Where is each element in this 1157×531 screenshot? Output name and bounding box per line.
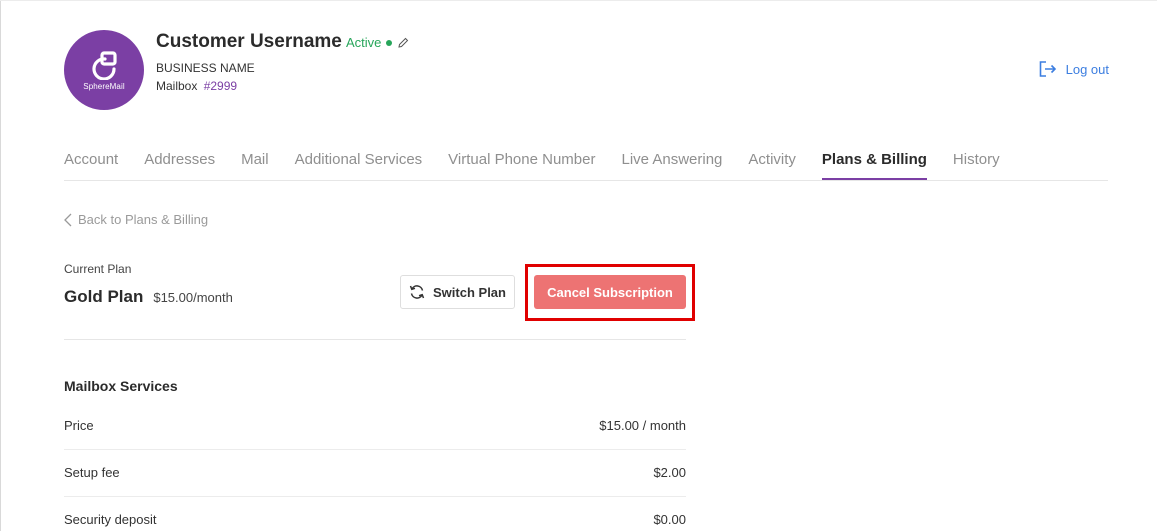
plan-name: Gold Plan <box>64 287 144 306</box>
tab-history[interactable]: History <box>953 151 1000 179</box>
current-plan: Gold Plan $15.00/month <box>64 287 233 307</box>
status-badge: Active <box>346 35 409 50</box>
row-divider <box>64 449 686 450</box>
business-name: BUSINESS NAME <box>156 61 255 75</box>
logout-icon <box>1039 61 1056 77</box>
service-label: Security deposit <box>64 512 157 527</box>
switch-plan-button[interactable]: Switch Plan <box>400 275 515 309</box>
avatar: SphereMail <box>64 30 144 110</box>
service-value: $2.00 <box>653 465 686 480</box>
refresh-icon <box>409 285 425 299</box>
tab-live-answering[interactable]: Live Answering <box>621 151 722 179</box>
mailbox-info: Mailbox #2999 <box>156 79 237 93</box>
current-plan-label: Current Plan <box>64 262 132 276</box>
service-value: $0.00 <box>653 512 686 527</box>
tab-activity[interactable]: Activity <box>748 151 796 179</box>
chevron-left-icon <box>64 213 72 226</box>
customer-name: Customer Username <box>156 31 342 52</box>
pencil-icon[interactable] <box>397 37 409 49</box>
service-label: Price <box>64 418 94 433</box>
switch-plan-label: Switch Plan <box>433 284 506 300</box>
status-text: Active <box>346 35 382 50</box>
service-label: Setup fee <box>64 465 120 480</box>
mailbox-services-title: Mailbox Services <box>64 378 178 394</box>
back-link-label: Back to Plans & Billing <box>78 212 209 227</box>
spheremail-logo-icon <box>92 50 117 80</box>
tab-plans-billing[interactable]: Plans & Billing <box>821 151 927 180</box>
tab-bar: Account Addresses Mail Additional Servic… <box>64 151 1108 181</box>
logout-button[interactable]: Log out <box>1039 61 1109 77</box>
mailbox-label: Mailbox <box>156 79 198 93</box>
row-divider <box>64 496 686 497</box>
tab-mail[interactable]: Mail <box>241 151 269 179</box>
mailbox-number[interactable]: #2999 <box>204 79 237 93</box>
tab-virtual-phone-number[interactable]: Virtual Phone Number <box>448 151 595 179</box>
section-divider <box>64 339 686 340</box>
status-dot-icon <box>386 39 393 46</box>
back-link[interactable]: Back to Plans & Billing <box>64 212 208 227</box>
cancel-subscription-button[interactable]: Cancel Subscription <box>534 275 686 309</box>
tab-additional-services[interactable]: Additional Services <box>295 151 423 179</box>
plan-price: $15.00/month <box>153 290 233 305</box>
tab-account[interactable]: Account <box>64 151 118 179</box>
tab-addresses[interactable]: Addresses <box>144 151 215 179</box>
avatar-brand-text: SphereMail <box>83 81 125 91</box>
logout-label: Log out <box>1065 61 1109 77</box>
window-top-border <box>0 0 1157 1</box>
service-value: $15.00 / month <box>599 418 686 433</box>
window-left-border <box>0 0 1 531</box>
